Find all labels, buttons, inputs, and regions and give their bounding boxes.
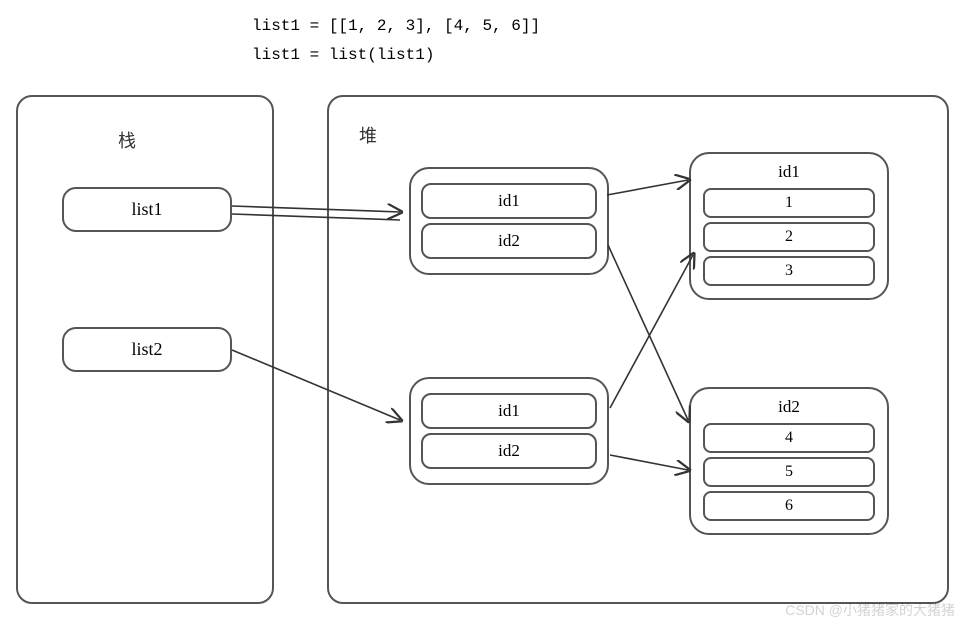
heap-value-id1: id1 1 2 3: [689, 152, 889, 300]
heap-value-id2: id2 4 5 6: [689, 387, 889, 535]
heap-value-id2-title: id2: [703, 397, 875, 417]
heap-inner-bottom-id2: id2: [421, 433, 597, 469]
heap-value-id2-cell-2: 5: [703, 457, 875, 487]
heap-value-id1-title: id1: [703, 162, 875, 182]
code-line-2: list1 = list(list1): [252, 41, 540, 70]
heap-value-id1-cell-2: 2: [703, 222, 875, 252]
heap-value-id2-cell-3: 6: [703, 491, 875, 521]
stack-var-list2: list2: [62, 327, 232, 372]
code-block: list1 = [[1, 2, 3], [4, 5, 6]] list1 = l…: [252, 12, 540, 70]
heap-value-id1-cell-1: 1: [703, 188, 875, 218]
stack-container: 栈 list1 list2: [16, 95, 274, 604]
watermark: CSDN @小猪猪家的大猪猪: [785, 600, 955, 620]
heap-value-id1-cell-3: 3: [703, 256, 875, 286]
code-line-1: list1 = [[1, 2, 3], [4, 5, 6]]: [252, 12, 540, 41]
heap-inner-top-id1: id1: [421, 183, 597, 219]
heap-inner-top-id2: id2: [421, 223, 597, 259]
stack-var-list1: list1: [62, 187, 232, 232]
heap-inner-top: id1 id2: [409, 167, 609, 275]
heap-inner-bottom-id1: id1: [421, 393, 597, 429]
heap-inner-bottom: id1 id2: [409, 377, 609, 485]
stack-label: 栈: [118, 127, 136, 153]
heap-value-id2-cell-1: 4: [703, 423, 875, 453]
heap-label: 堆: [359, 122, 377, 148]
heap-container: 堆 id1 id2 id1 id2 id1 1 2 3 id2 4 5 6: [327, 95, 949, 604]
